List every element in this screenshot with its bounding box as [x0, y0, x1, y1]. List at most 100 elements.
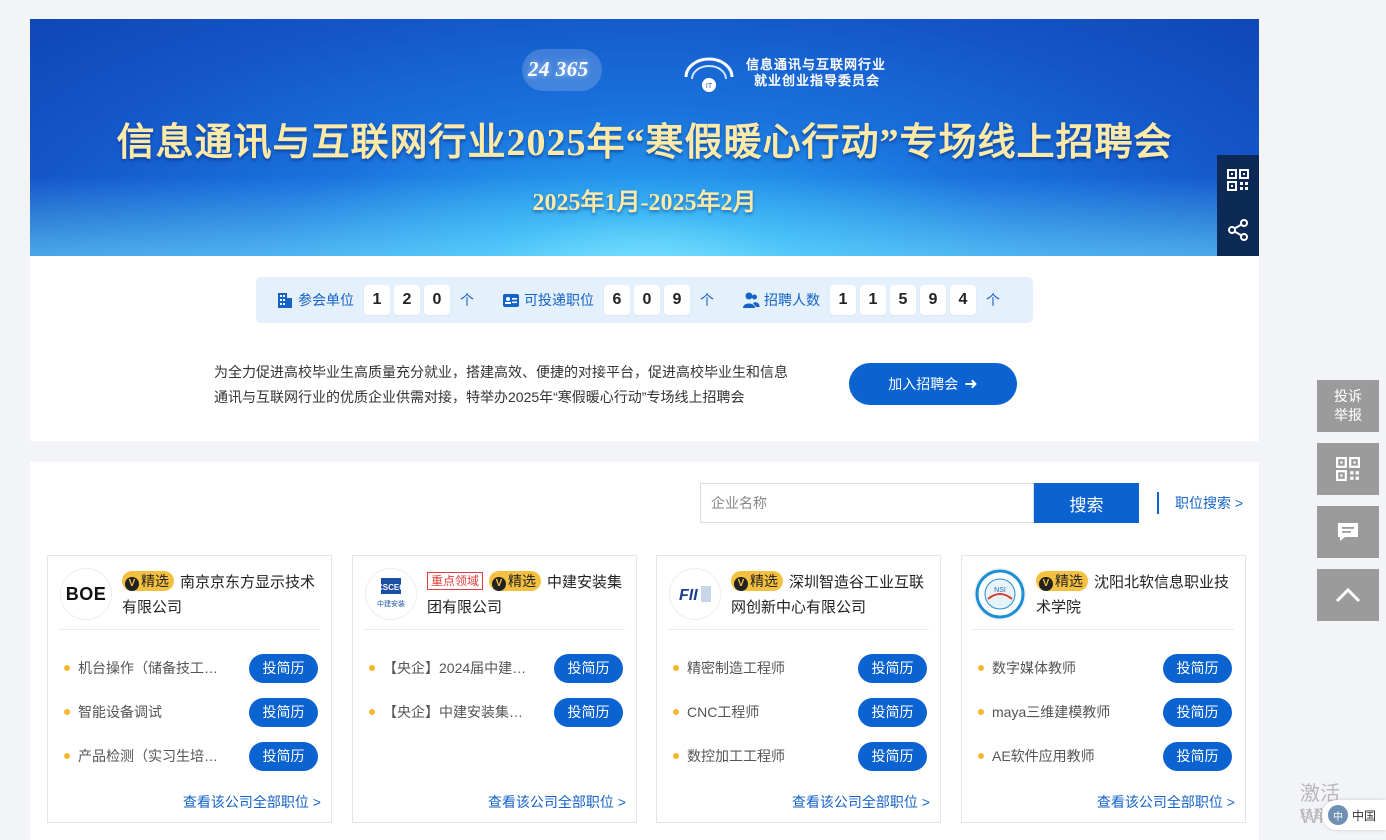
job-item: 【央企】中建安装集… 投简历	[363, 690, 625, 734]
stat-unit: 个	[986, 292, 1000, 308]
report-complaint-button[interactable]: 投诉 举报	[1317, 380, 1379, 432]
float-qrcode-button[interactable]	[1317, 443, 1379, 495]
china-site-badge[interactable]: 中 中国	[1322, 800, 1386, 830]
stat-digit: 0	[634, 285, 660, 315]
stat-unit: 个	[460, 292, 474, 308]
company-logo[interactable]: FII	[669, 568, 721, 620]
join-fair-label: 加入招聘会	[888, 376, 959, 392]
bullet-dot	[978, 665, 984, 671]
job-title[interactable]: 【央企】中建安装集…	[383, 702, 538, 722]
job-list: 【央企】2024届中建… 投简历 【央企】中建安装集… 投简历	[363, 646, 625, 734]
v-badge-icon: V	[125, 577, 139, 591]
bullet-dot	[369, 665, 375, 671]
stat-digit: 5	[890, 285, 916, 315]
featured-tag: V 精选	[489, 571, 542, 591]
v-badge-icon: V	[492, 577, 507, 591]
job-item: 数字媒体教师 投简历	[972, 646, 1234, 690]
company-name-block[interactable]: V 精选 沈阳北软信息职业技术学院	[1036, 570, 1236, 620]
banner-title: 信息通讯与互联网行业2025年“寒假暖心行动”专场线上招聘会	[116, 122, 1173, 164]
banner-side-toolbar	[1217, 155, 1259, 256]
featured-tag: V 精选	[122, 571, 174, 591]
view-all-jobs-link[interactable]: 查看该公司全部职位 >	[488, 792, 626, 812]
job-item: 机台操作（储备技工… 投简历	[58, 646, 320, 690]
banner-share-button[interactable]	[1217, 205, 1259, 255]
apply-resume-button[interactable]: 投简历	[858, 741, 927, 771]
stat-digit: 9	[920, 285, 946, 315]
svg-text:IT: IT	[706, 83, 713, 90]
apply-resume-button[interactable]: 投简历	[249, 741, 318, 771]
arrow-right-icon: ➜	[964, 376, 978, 393]
featured-label: 精选	[1055, 573, 1083, 589]
bullet-dot	[673, 665, 679, 671]
float-message-button[interactable]	[1317, 506, 1379, 558]
view-all-jobs-link[interactable]: 查看该公司全部职位 >	[792, 792, 930, 812]
apply-resume-button[interactable]: 投简历	[858, 653, 927, 683]
stat-label: 招聘人数	[764, 292, 820, 308]
job-title[interactable]: 【央企】2024届中建…	[383, 658, 538, 678]
job-title[interactable]: 机台操作（储备技工…	[78, 658, 233, 678]
companies-section: 搜索 职位搜索 > BOE V精选南京京东方显示技术有限公司 机台操作（储备技工…	[30, 462, 1259, 840]
boe-logo-text: BOE	[65, 583, 107, 604]
job-search-link[interactable]: 职位搜索 >	[1157, 492, 1243, 514]
qrcode-icon	[1336, 457, 1360, 481]
view-all-jobs-link[interactable]: 查看该公司全部职位 >	[1097, 792, 1235, 812]
apply-resume-button[interactable]: 投简历	[858, 697, 927, 727]
banner-org-line1: 信息通讯与互联网行业	[746, 57, 887, 72]
stat-digit: 1	[830, 285, 856, 315]
fair-summary-card: 参会单位 1 2 0 个 可投递职位 6 0 9 个 招聘人数 1 1 5 9 …	[30, 256, 1259, 441]
stat-positions: 可投递职位 6 0 9 个	[502, 285, 714, 315]
apply-resume-button[interactable]: 投简历	[249, 653, 318, 683]
featured-label: 精选	[508, 573, 537, 589]
featured-label: 精选	[750, 573, 778, 589]
job-item: AE软件应用教师 投简历	[972, 734, 1234, 778]
stat-digit: 2	[394, 285, 420, 315]
job-title[interactable]: 精密制造工程师	[687, 658, 842, 678]
bullet-dot	[673, 709, 679, 715]
job-title[interactable]: 数控加工工程师	[687, 746, 842, 766]
company-search-input[interactable]	[700, 483, 1034, 523]
apply-resume-button[interactable]: 投简历	[554, 653, 623, 683]
fair-intro-text: 为全力促进高校毕业生高质量充分就业，搭建高效、便捷的对接平台，促进高校毕业生和信…	[214, 360, 834, 410]
job-title[interactable]: 产品检测（实习生培…	[78, 746, 233, 766]
share-icon	[1228, 219, 1248, 241]
search-button[interactable]: 搜索	[1034, 483, 1139, 523]
apply-resume-button[interactable]: 投简历	[1163, 697, 1232, 727]
company-header: CSCEC 中建安装 重点领域 V 精选 中建安装集团有限公司	[363, 566, 625, 630]
apply-resume-button[interactable]: 投简历	[1163, 653, 1232, 683]
svg-text:CSCEC: CSCEC	[377, 583, 405, 592]
banner-date: 2025年1月-2025年2月	[532, 190, 757, 216]
job-title[interactable]: maya三维建模教师	[992, 702, 1147, 722]
badge-circle-icon: 中	[1328, 805, 1348, 825]
job-list: 机台操作（储备技工… 投简历 智能设备调试 投简历 产品检测（实习生培… 投简历	[58, 646, 320, 778]
company-logo[interactable]: CSCEC 中建安装	[365, 568, 417, 620]
company-name-block[interactable]: V 精选 深圳智造谷工业互联网创新中心有限公司	[731, 570, 931, 620]
id-card-icon	[503, 294, 519, 307]
company-name-block[interactable]: 重点领域 V 精选 中建安装集团有限公司	[427, 570, 627, 620]
stat-digit: 1	[364, 285, 390, 315]
v-badge-icon: V	[1039, 577, 1053, 591]
featured-tag: V 精选	[1036, 571, 1088, 591]
job-title[interactable]: 数字媒体教师	[992, 658, 1147, 678]
job-title[interactable]: CNC工程师	[687, 702, 842, 722]
apply-resume-button[interactable]: 投简历	[1163, 741, 1232, 771]
view-all-jobs-link[interactable]: 查看该公司全部职位 >	[183, 792, 321, 812]
job-title[interactable]: 智能设备调试	[78, 702, 233, 722]
svg-text:中建安装: 中建安装	[377, 599, 405, 608]
featured-tag: V 精选	[731, 571, 783, 591]
company-name-block[interactable]: V 精选 南京京东方显示技术有限公司	[122, 570, 322, 620]
company-card: BOE V 精选 南京京东方显示技术有限公司 机台操作（储备技工… 投简历 智能设备…	[47, 555, 332, 823]
communication-internet-logo-icon: IT	[684, 57, 734, 92]
apply-resume-button[interactable]: 投简历	[249, 697, 318, 727]
company-logo[interactable]: BOE	[60, 568, 112, 620]
apply-resume-button[interactable]: 投简历	[554, 697, 623, 727]
job-title[interactable]: AE软件应用教师	[992, 746, 1147, 766]
bullet-dot	[64, 665, 70, 671]
join-fair-button[interactable]: 加入招聘会 ➜	[849, 363, 1017, 405]
back-to-top-button[interactable]	[1317, 569, 1379, 621]
banner-qrcode-button[interactable]	[1217, 155, 1259, 205]
job-item: 智能设备调试 投简历	[58, 690, 320, 734]
company-logo[interactable]: NSI	[974, 568, 1026, 620]
banner-24365-logo: 24 365	[528, 57, 589, 81]
stat-companies: 参会单位 1 2 0 个	[276, 285, 474, 315]
nsi-logo-icon: NSI	[975, 569, 1025, 619]
